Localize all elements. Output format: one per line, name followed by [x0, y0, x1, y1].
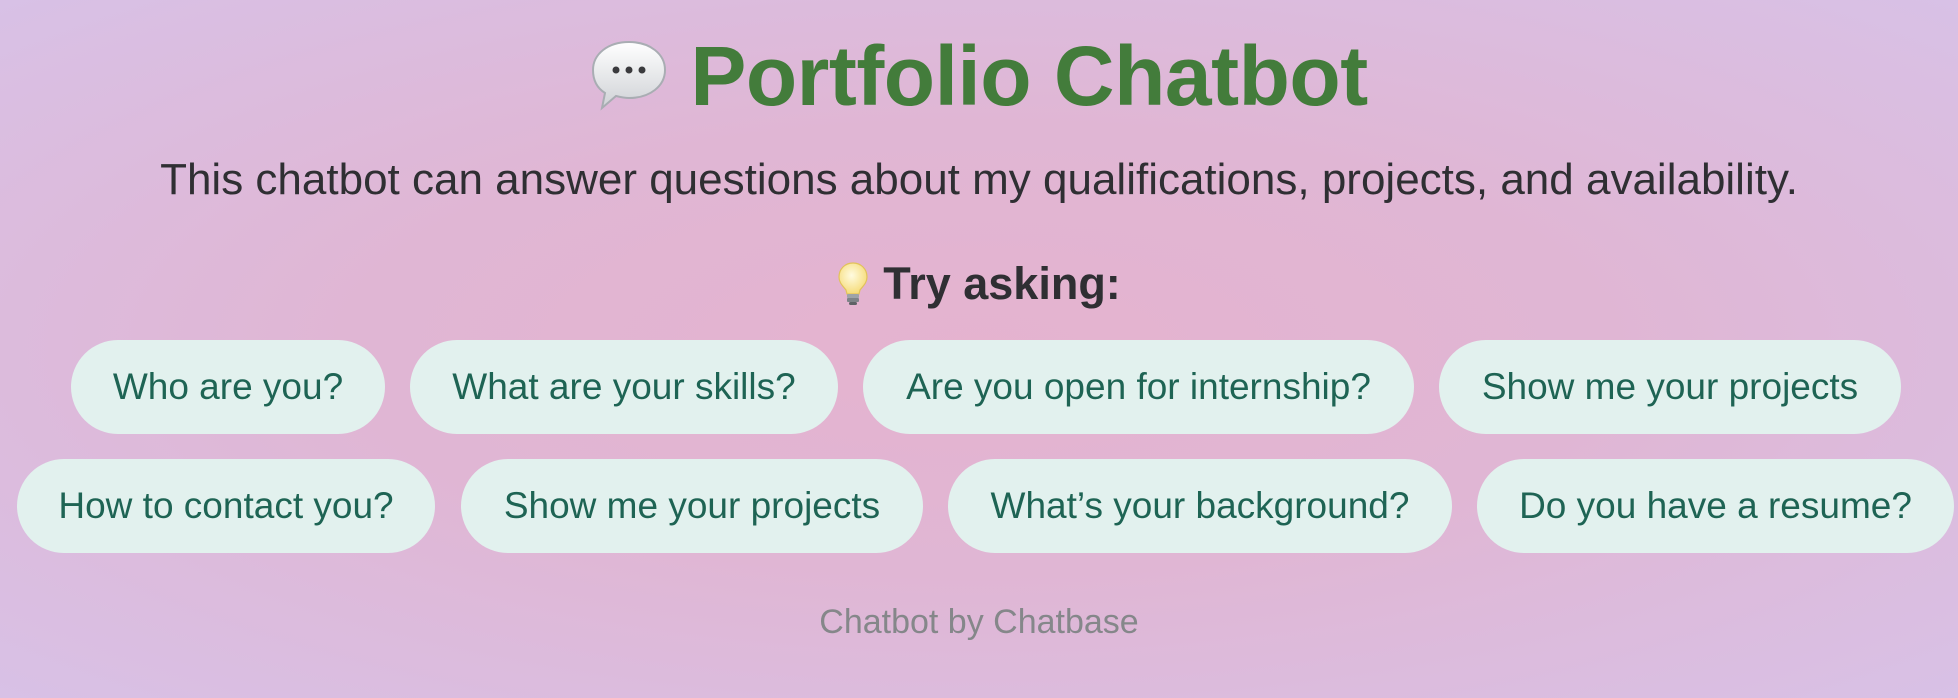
footer-credit: Chatbot by Chatbase	[819, 603, 1139, 641]
page-subtitle: This chatbot can answer questions about …	[160, 155, 1798, 204]
suggestion-chip-internship[interactable]: Are you open for internship?	[863, 340, 1414, 434]
page-title: Portfolio Chatbot	[0, 28, 1958, 124]
suggestion-chip-who-are-you[interactable]: Who are you?	[71, 340, 385, 434]
suggestion-chip-skills[interactable]: What are your skills?	[410, 340, 838, 434]
chatbot-page: Portfolio Chatbot This chatbot can answe…	[0, 0, 1958, 698]
suggestions-heading-text: Try asking:	[883, 258, 1121, 309]
suggestion-chip-projects-2[interactable]: Show me your projects	[461, 459, 923, 553]
page-title-text: Portfolio Chatbot	[690, 29, 1368, 123]
suggestion-chip-contact[interactable]: How to contact you?	[17, 459, 435, 553]
suggestions-heading: Try asking:	[0, 256, 1958, 312]
suggestion-chip-background[interactable]: What’s your background?	[948, 459, 1452, 553]
suggestion-chip-projects[interactable]: Show me your projects	[1439, 340, 1901, 434]
speech-bubble-icon	[590, 38, 668, 114]
suggestion-chip-resume[interactable]: Do you have a resume?	[1477, 459, 1954, 553]
lightbulb-icon	[837, 261, 869, 307]
